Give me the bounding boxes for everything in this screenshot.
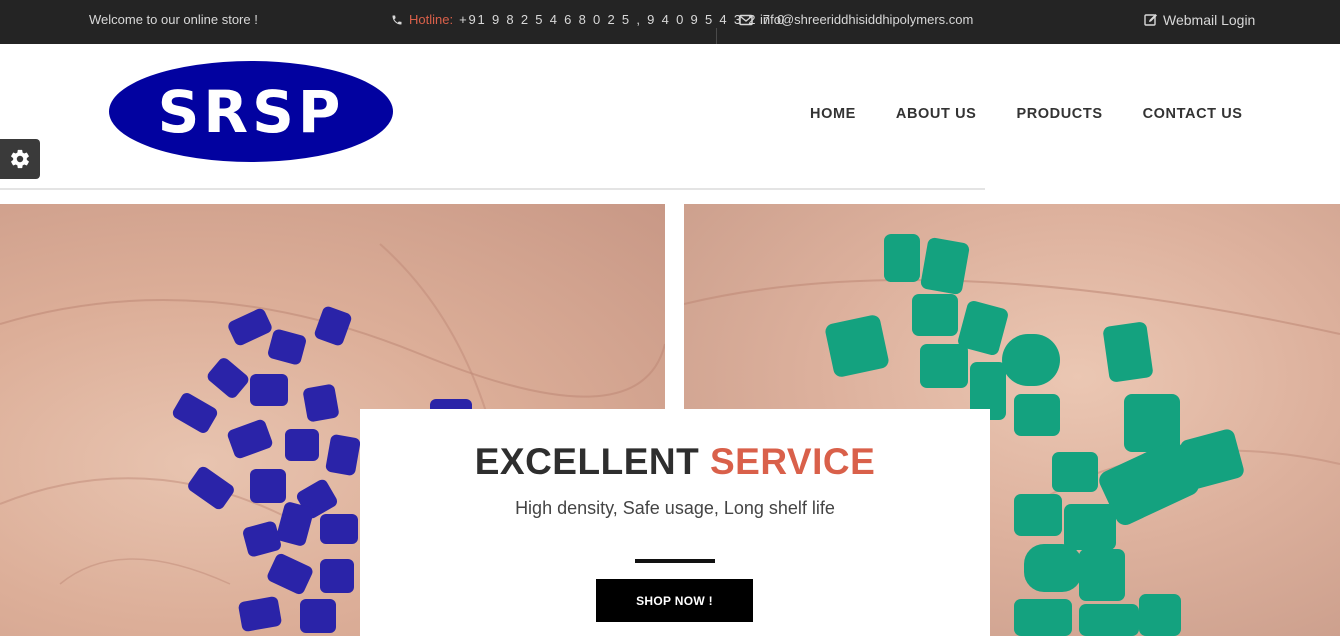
edit-icon	[1144, 13, 1158, 27]
site-header: SRSP HOME ABOUT US PRODUCTS CONTACT US	[0, 44, 1340, 204]
nav-about-us[interactable]: ABOUT US	[896, 106, 977, 122]
hotline-numbers[interactable]: +91 9 8 2 5 4 6 8 0 2 5 , 9 4 0 9 5 4 3 …	[459, 12, 786, 27]
shop-now-button[interactable]: SHOP NOW !	[596, 579, 753, 622]
topbar-divider	[716, 28, 717, 44]
hero-slider: EXCELLENT SERVICE High density, Safe usa…	[0, 204, 1340, 636]
hotline-label: Hotline:	[409, 12, 454, 27]
gear-icon	[9, 148, 31, 170]
hero-divider	[635, 559, 715, 563]
welcome-text: Welcome to our online store !	[89, 12, 258, 27]
settings-toggle-button[interactable]	[0, 139, 40, 179]
envelope-icon	[739, 14, 753, 26]
email-contact[interactable]: info@shreeriddhisiddhipolymers.com	[739, 12, 973, 27]
hero-title-main: EXCELLENT	[474, 441, 700, 482]
logo-text: SRSP	[157, 77, 345, 146]
hero-title-accent: SERVICE	[709, 441, 876, 482]
webmail-login-link[interactable]: Webmail Login	[1144, 12, 1255, 28]
main-nav: HOME ABOUT US PRODUCTS CONTACT US	[810, 106, 1243, 122]
email-text[interactable]: info@shreeriddhisiddhipolymers.com	[760, 12, 973, 27]
nav-home[interactable]: HOME	[810, 106, 856, 122]
hotline: Hotline: +91 9 8 2 5 4 6 8 0 2 5 , 9 4 0…	[391, 12, 786, 27]
hero-title: EXCELLENT SERVICE	[360, 441, 990, 483]
phone-icon	[391, 14, 403, 26]
header-divider	[0, 188, 985, 190]
hero-caption: EXCELLENT SERVICE High density, Safe usa…	[360, 409, 990, 636]
top-bar: Welcome to our online store ! Hotline: +…	[0, 0, 1340, 44]
webmail-label[interactable]: Webmail Login	[1163, 12, 1255, 28]
nav-products[interactable]: PRODUCTS	[1016, 106, 1102, 122]
nav-contact-us[interactable]: CONTACT US	[1143, 106, 1243, 122]
hero-subtitle: High density, Safe usage, Long shelf lif…	[515, 498, 835, 518]
logo[interactable]: SRSP	[109, 61, 393, 162]
